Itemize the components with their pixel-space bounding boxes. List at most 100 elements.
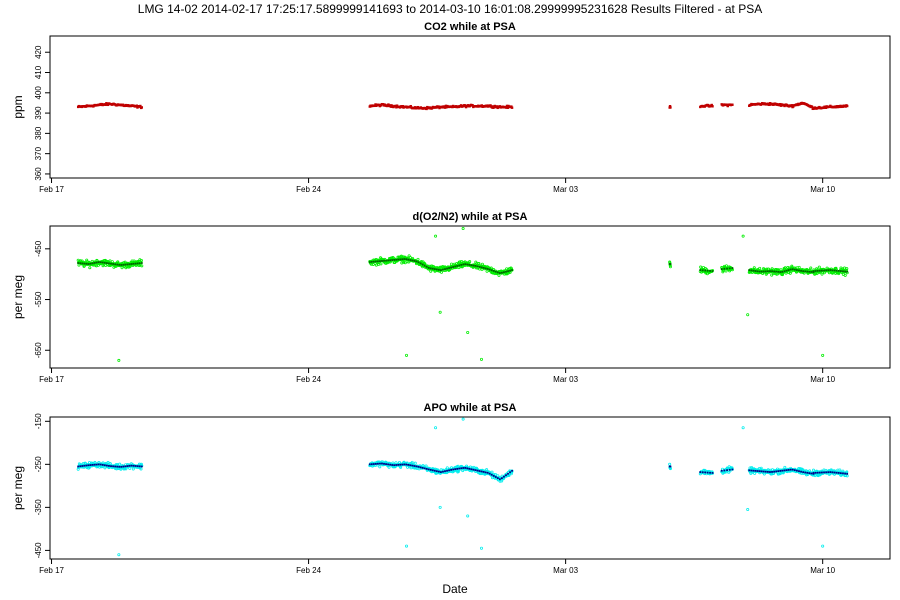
smoothed-point — [431, 469, 434, 472]
data-point — [477, 261, 481, 265]
smoothed-point — [423, 264, 426, 267]
smoothed-point — [114, 263, 117, 266]
smoothed-point — [108, 464, 110, 467]
smoothed-point — [842, 270, 844, 273]
smoothed-point — [775, 470, 778, 473]
smoothed-point — [480, 470, 483, 473]
smoothed-point — [798, 269, 800, 272]
chart-title: APO while at PSA — [424, 402, 517, 414]
smoothed-point — [116, 263, 119, 266]
data-point — [808, 469, 812, 473]
smoothed-point — [731, 468, 734, 471]
smoothed-point — [377, 462, 379, 465]
smoothed-point — [806, 471, 809, 474]
smoothed-point — [496, 477, 499, 480]
data-point — [88, 266, 92, 270]
smoothed-point — [456, 265, 459, 267]
smoothed-point — [796, 269, 798, 271]
smoothed-point — [773, 470, 776, 473]
y-tick-label: -550 — [34, 291, 43, 308]
y-tick-label: 370 — [34, 146, 43, 160]
smoothed-point — [103, 464, 106, 467]
data-point — [460, 259, 464, 263]
smoothed-point — [766, 270, 769, 273]
y-axis-label: per meg — [11, 275, 25, 319]
x-tick-label: Mar 10 — [810, 566, 835, 575]
smoothed-point — [752, 269, 755, 272]
outlier-point — [741, 234, 745, 238]
smoothed-point — [370, 463, 373, 466]
smoothed-point — [112, 263, 114, 265]
smoothed-point — [791, 268, 794, 271]
smoothed-point — [814, 270, 817, 272]
outlier-point — [479, 357, 483, 361]
smoothed-point — [484, 471, 487, 474]
smoothed-point — [723, 267, 726, 270]
smoothed-point — [505, 270, 507, 273]
smoothed-point — [120, 264, 123, 266]
smoothed-point — [728, 468, 731, 471]
outlier-point — [405, 353, 409, 357]
smoothed-point — [777, 270, 780, 273]
smoothed-point — [709, 270, 711, 272]
smoothed-point — [706, 269, 709, 272]
smoothed-point — [835, 269, 838, 272]
smoothed-point — [423, 467, 426, 470]
smoothed-point — [427, 468, 430, 471]
smoothed-point — [454, 468, 457, 471]
smoothed-point — [488, 268, 491, 271]
chart-panels: CO2 while at PSA ppm 360 370 380 390 400 410 420… — [11, 21, 891, 575]
smoothed-point — [777, 470, 780, 473]
smoothed-point — [464, 263, 467, 266]
chart-panel-0: CO2 while at PSA ppm 360 370 380 390 400 410 420… — [11, 21, 891, 194]
smoothed-point — [511, 269, 513, 272]
smoothed-point — [411, 259, 414, 262]
smoothed-point — [829, 269, 832, 272]
smoothed-point — [756, 470, 759, 472]
y-tick-label: -450 — [34, 240, 43, 257]
smoothed-point — [421, 263, 424, 266]
smoothed-point — [140, 465, 143, 468]
smoothed-point — [785, 269, 788, 272]
smoothed-point — [134, 262, 137, 265]
smoothed-point — [835, 471, 838, 474]
smoothed-point — [130, 464, 133, 467]
smoothed-point — [783, 270, 786, 273]
smoothed-point — [395, 464, 398, 466]
outlier-point — [746, 508, 750, 512]
smoothed-point — [130, 263, 133, 265]
smoothed-point — [760, 270, 763, 273]
smoothed-point — [413, 465, 416, 467]
outlier-point — [434, 234, 438, 238]
smoothed-point — [124, 465, 127, 468]
smoothed-point — [762, 470, 765, 473]
smoothed-point — [762, 270, 765, 273]
smoothed-point — [831, 471, 834, 474]
x-tick-label: Feb 24 — [296, 566, 321, 575]
smoothed-point — [417, 261, 420, 264]
smoothed-point — [731, 267, 734, 269]
chart-panel-1: d(O2/N2) while at PSA per meg -650 -550 -450… — [11, 211, 891, 384]
outlier-point — [461, 227, 465, 231]
smoothed-point — [77, 465, 80, 468]
smoothed-point — [720, 469, 723, 472]
smoothed-point — [99, 463, 102, 466]
data-point — [139, 467, 143, 471]
y-tick-label: -250 — [34, 456, 43, 473]
smoothed-point — [704, 471, 707, 474]
smoothed-point — [478, 265, 481, 268]
smoothed-point — [140, 262, 143, 264]
smoothed-point — [450, 468, 452, 471]
smoothed-point — [773, 270, 776, 273]
smoothed-point — [387, 259, 389, 262]
smoothed-point — [509, 471, 511, 474]
smoothed-point — [511, 469, 513, 472]
smoothed-point — [89, 464, 92, 466]
smoothed-point — [108, 262, 110, 265]
smoothed-point — [821, 471, 823, 474]
smoothed-point — [405, 258, 408, 261]
smoothed-point — [431, 267, 434, 270]
y-axis-label: ppm — [11, 95, 25, 118]
data-point — [809, 266, 813, 270]
smoothed-point — [383, 462, 385, 465]
